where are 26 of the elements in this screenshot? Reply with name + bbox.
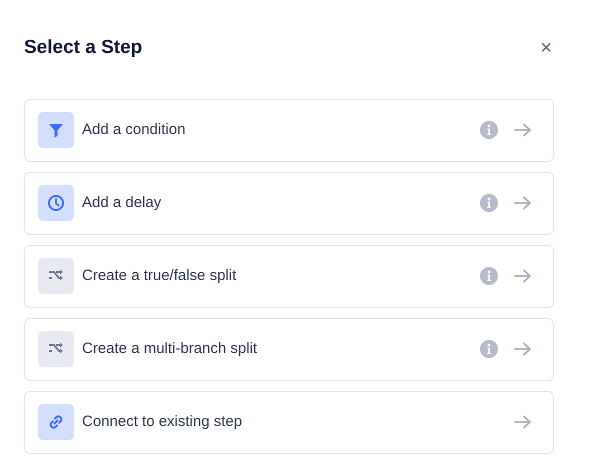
info-icon[interactable] — [480, 194, 498, 212]
arrow-right-icon — [514, 269, 532, 284]
step-option[interactable]: Add a condition — [24, 98, 554, 162]
arrow-right-icon — [514, 342, 532, 356]
step-label: Add a condition — [82, 120, 186, 140]
clock-icon — [38, 185, 74, 222]
step-label: Add a delay — [82, 193, 162, 214]
step-label: Create a multi-branch split — [82, 339, 258, 360]
info-icon[interactable] — [480, 267, 498, 286]
close-button[interactable]: × — [538, 38, 554, 58]
step-option[interactable]: Create a multi-branch split — [24, 318, 554, 381]
info-icon[interactable] — [480, 121, 498, 140]
filter-icon — [38, 112, 74, 148]
arrow-right-icon — [514, 123, 532, 138]
step-label: Create a true/false split — [82, 266, 238, 286]
step-label: Connect to existing step — [82, 412, 244, 432]
info-icon[interactable] — [480, 340, 498, 358]
step-option[interactable]: Add a delay — [24, 172, 554, 235]
dialog-title: Select a Step — [24, 37, 142, 60]
step-option[interactable]: Connect to existing step — [24, 390, 554, 454]
link-icon — [38, 404, 74, 440]
split-arrows-icon — [38, 331, 74, 368]
arrow-right-icon — [514, 196, 532, 210]
step-option[interactable]: Create a true/false split — [24, 244, 554, 308]
split-arrows-icon — [38, 258, 74, 294]
arrow-right-icon — [514, 415, 532, 430]
